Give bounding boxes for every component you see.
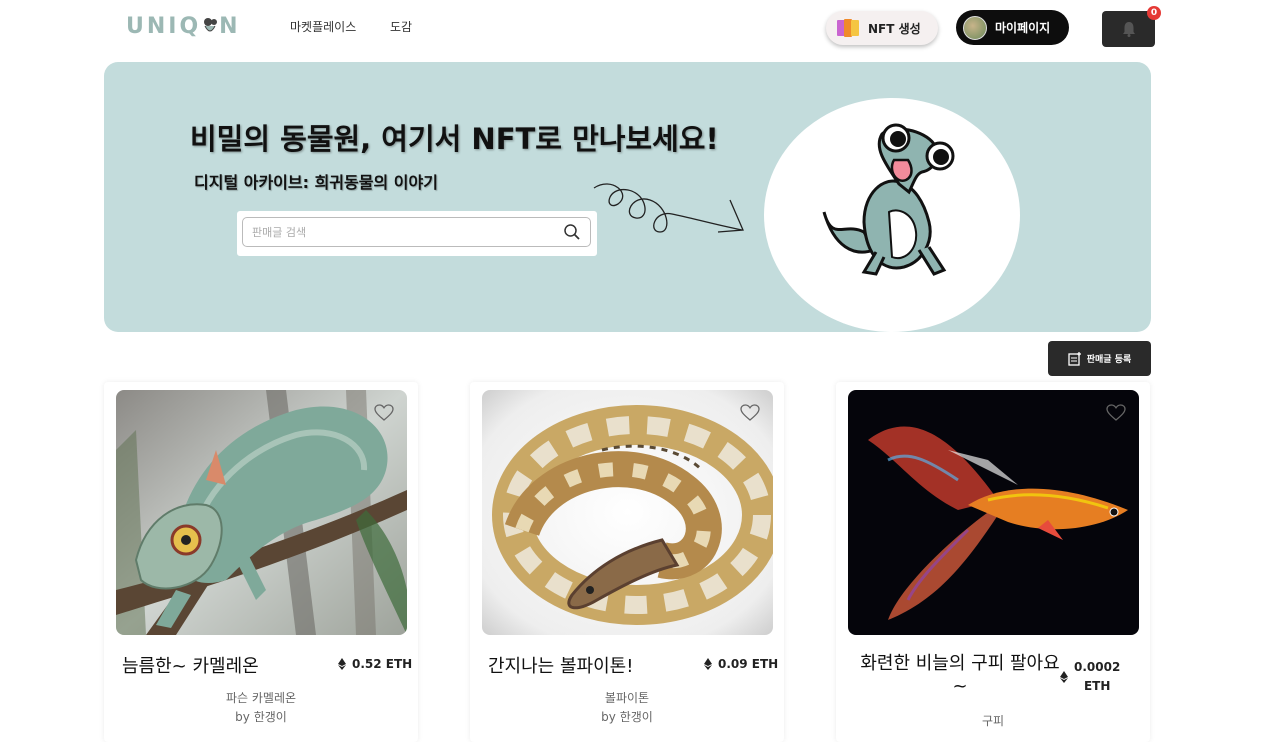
- search-input[interactable]: [242, 217, 591, 247]
- top-navigation: UNIQ N 마켓플레이스 도감 NFT 생성 마이페이지 0: [0, 0, 1280, 54]
- hero-title: 비밀의 동물원, 여기서 NFT로 만나보세요!: [190, 122, 719, 156]
- card-creator[interactable]: by 한갱이: [470, 708, 784, 725]
- card-price: 0.52 ETH: [338, 657, 412, 671]
- arrow-doodle-icon: [593, 183, 744, 233]
- heart-icon[interactable]: [740, 404, 760, 422]
- nft-card[interactable]: 늠름한~ 카멜레온 0.52 ETH 파슨 카멜레온 by 한갱이: [104, 382, 418, 742]
- avatar: [963, 15, 987, 40]
- ball-python-image[interactable]: [482, 390, 773, 635]
- card-species: 볼파이톤: [604, 691, 650, 705]
- heart-icon[interactable]: [1106, 404, 1126, 422]
- card-price: 0.0002 ETH: [1060, 658, 1120, 696]
- ethereum-icon: [338, 658, 346, 670]
- search-container: [237, 211, 597, 256]
- search-icon[interactable]: [563, 223, 581, 241]
- card-title[interactable]: 늠름한~ 카멜레온: [122, 652, 259, 678]
- heart-icon[interactable]: [374, 404, 394, 422]
- register-listing-button[interactable]: 판매글 등록: [1048, 341, 1151, 376]
- card-title[interactable]: 간지나는 볼파이톤!: [488, 652, 633, 678]
- card-price-stack: 0.0002 ETH: [1074, 658, 1120, 696]
- card-price-value: 0.52 ETH: [352, 657, 413, 671]
- lizard-mascot-icon: [822, 123, 955, 276]
- ethereum-icon: [1060, 671, 1068, 683]
- create-nft-label: NFT 생성: [868, 21, 921, 36]
- card-price: 0.09 ETH: [704, 657, 778, 671]
- mypage-button[interactable]: 마이페이지: [956, 10, 1069, 45]
- register-icon: [1068, 351, 1081, 366]
- nft-card[interactable]: 간지나는 볼파이톤! 0.09 ETH 볼파이톤 by 한갱이: [470, 382, 784, 742]
- logo-mascot-icon: [204, 18, 218, 32]
- chameleon-image[interactable]: [116, 390, 407, 635]
- create-nft-button[interactable]: NFT 생성: [826, 11, 938, 45]
- hero-subtitle: 디지털 아카이브: 희귀동물의 이야기: [194, 173, 438, 192]
- card-title[interactable]: 화련한 비늘의 구피 팔아요~: [860, 652, 1060, 698]
- card-creator[interactable]: by 한갱이: [104, 708, 418, 725]
- ethereum-icon: [704, 658, 712, 670]
- register-listing-label: 판매글 등록: [1086, 355, 1132, 365]
- card-price-value: 0.09 ETH: [718, 657, 779, 671]
- cards-icon: [837, 19, 859, 37]
- bell-icon: [1122, 22, 1135, 37]
- hero-banner: 비밀의 동물원, 여기서 NFT로 만나보세요! 디지털 아카이브: 희귀동물의…: [104, 62, 1151, 332]
- logo[interactable]: UNIQ N: [126, 14, 241, 39]
- mypage-label: 마이페이지: [995, 21, 1051, 35]
- card-species: 파슨 카멜레온: [225, 691, 297, 705]
- guppy-image[interactable]: [848, 390, 1139, 635]
- card-price-unit: ETH: [1083, 679, 1111, 693]
- nav-marketplace[interactable]: 마켓플레이스: [290, 18, 356, 35]
- card-species: 구피: [981, 714, 1005, 728]
- card-price-value: 0.0002: [1074, 660, 1121, 674]
- nft-card[interactable]: 화련한 비늘의 구피 팔아요~ 0.0002 ETH 구피: [836, 382, 1150, 742]
- nav-collection[interactable]: 도감: [390, 18, 412, 35]
- notification-badge: 0: [1147, 6, 1161, 20]
